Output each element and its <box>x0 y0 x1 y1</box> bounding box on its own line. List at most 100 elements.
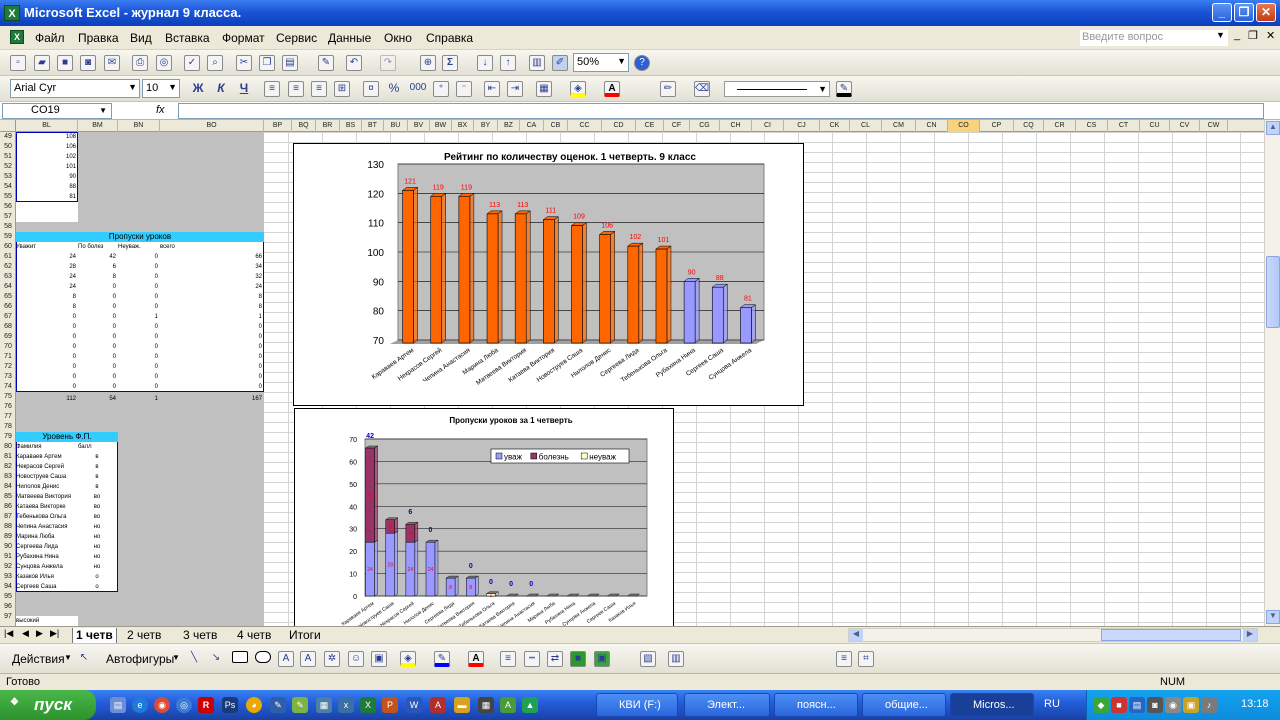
line-style-icon[interactable]: ≡ <box>500 651 516 667</box>
help-icon[interactable]: ? <box>634 55 650 71</box>
absences-cell[interactable]: 0 <box>16 342 76 352</box>
quicklaunch-r-icon[interactable]: R <box>198 697 214 713</box>
level-score[interactable]: в <box>78 482 116 492</box>
absences-cell[interactable]: 0 <box>78 372 116 382</box>
insert-picture-icon[interactable]: ▧ <box>640 651 656 667</box>
quicklaunch-excel-icon[interactable]: X <box>360 697 376 713</box>
column-header[interactable]: CB <box>544 120 568 132</box>
column-header[interactable]: BZ <box>498 120 520 132</box>
absences-cell[interactable]: 0 <box>118 272 158 282</box>
h-scroll-thumb[interactable] <box>1101 629 1241 641</box>
fill-color-icon[interactable]: ◈ <box>570 81 586 97</box>
menu-edit[interactable]: Правка <box>78 31 119 45</box>
quicklaunch-yellow-icon[interactable]: ◕ <box>246 697 262 713</box>
redo-icon[interactable]: ↷ <box>380 55 396 71</box>
column-header[interactable]: BW <box>430 120 452 132</box>
quicklaunch-photoshop-icon[interactable]: Ps <box>222 697 238 713</box>
row-header[interactable]: 55 <box>0 192 16 202</box>
copy-icon[interactable]: ❐ <box>259 55 275 71</box>
chart1-bar[interactable] <box>514 213 527 344</box>
picture-color-icon[interactable]: ▥ <box>668 651 684 667</box>
row-header[interactable]: 66 <box>0 302 16 312</box>
currency-icon[interactable]: ¤ <box>363 81 379 97</box>
absences-cell[interactable]: 0 <box>160 362 262 372</box>
absences-cell[interactable]: 0 <box>16 322 76 332</box>
scroll-up-icon[interactable]: ▲ <box>1266 121 1280 135</box>
absences-cell[interactable]: 0 <box>16 382 76 392</box>
minimize-button[interactable]: _ <box>1212 3 1232 22</box>
absences-cell[interactable]: 8 <box>16 292 76 302</box>
picture-crop-icon[interactable]: ≡ <box>836 651 852 667</box>
last-sheet-icon[interactable]: ▶| <box>50 628 59 639</box>
draw-fill-color-icon[interactable]: ◈ <box>400 651 416 667</box>
align-center-icon[interactable]: ≡ <box>288 81 304 97</box>
level-score[interactable]: во <box>78 492 116 502</box>
absences-header[interactable]: Неуваж. <box>118 242 160 252</box>
quicklaunch-film-icon[interactable]: ▦ <box>478 697 494 713</box>
arrow-style-icon[interactable]: ⇄ <box>547 651 563 667</box>
underline-button[interactable]: Ч <box>236 81 252 97</box>
level-name[interactable]: Нилолов Денис <box>16 482 78 492</box>
autosum-icon[interactable]: Σ <box>442 55 458 71</box>
tab-1-chetv[interactable]: 1 четв <box>72 628 117 643</box>
row-header[interactable]: 58 <box>0 222 16 232</box>
absences-cell[interactable]: 0 <box>78 292 116 302</box>
row-header[interactable]: 83 <box>0 472 16 482</box>
new-icon[interactable]: ▫ <box>10 55 26 71</box>
column-header[interactable]: CK <box>820 120 850 132</box>
align-left-icon[interactable]: ≡ <box>264 81 280 97</box>
task-electronic[interactable]: Элект... <box>684 693 770 717</box>
top-value-cell[interactable]: 90 <box>16 172 76 182</box>
column-header[interactable]: CP <box>980 120 1014 132</box>
column-header[interactable]: BN <box>118 120 160 132</box>
quicklaunch-grid-icon[interactable]: ▦ <box>316 697 332 713</box>
level-name[interactable]: Тебенькова Ольга <box>16 512 78 522</box>
quicklaunch-pen-icon[interactable]: ✎ <box>270 697 286 713</box>
absences-total[interactable]: 112 <box>16 394 76 404</box>
row-header[interactable]: 72 <box>0 362 16 372</box>
3d-style-icon[interactable]: ▣ <box>594 651 610 667</box>
menu-file[interactable]: Файл <box>35 31 65 45</box>
row-header[interactable]: 74 <box>0 382 16 392</box>
restore-button[interactable]: ❐ <box>1234 3 1254 22</box>
autoshapes-menu[interactable]: Автофигуры <box>106 652 174 666</box>
select-all-corner[interactable] <box>0 120 16 132</box>
row-header[interactable]: 97 <box>0 612 16 622</box>
absences-cell[interactable]: 0 <box>118 302 158 312</box>
level-score[interactable]: но <box>78 552 116 562</box>
fx-icon[interactable]: fx <box>156 104 165 116</box>
absences-header[interactable]: Уважит <box>16 242 78 252</box>
help-dropdown-icon[interactable]: ▼ <box>1216 30 1225 40</box>
row-header[interactable]: 49 <box>0 132 16 142</box>
level-score[interactable]: в <box>78 452 116 462</box>
scroll-thumb[interactable] <box>1266 256 1280 328</box>
column-header[interactable]: BV <box>408 120 430 132</box>
absences-cell[interactable]: 0 <box>160 332 262 342</box>
first-sheet-icon[interactable]: |◀ <box>4 628 13 639</box>
select-objects-icon[interactable]: ↖ <box>76 651 92 667</box>
chart1-bar[interactable] <box>740 307 752 344</box>
absences-cell[interactable]: 0 <box>118 372 158 382</box>
column-header[interactable]: CT <box>1108 120 1140 132</box>
row-header[interactable]: 62 <box>0 262 16 272</box>
row-header[interactable]: 79 <box>0 432 16 442</box>
level-bottom-label[interactable]: высокий <box>16 616 78 626</box>
absences-cell[interactable]: 24 <box>16 252 76 262</box>
row-header[interactable]: 69 <box>0 332 16 342</box>
line-style-select[interactable]: ▼ <box>724 81 830 97</box>
quicklaunch-access-icon[interactable]: A <box>430 697 446 713</box>
chart1-bar[interactable] <box>402 190 414 344</box>
column-header[interactable]: CL <box>850 120 882 132</box>
absences-cell[interactable]: 0 <box>118 252 158 262</box>
undo-icon[interactable]: ↶ <box>346 55 362 71</box>
chart1-bar[interactable] <box>599 234 611 344</box>
absences-cell[interactable]: 34 <box>160 262 262 272</box>
scroll-right-icon[interactable]: ▶ <box>1243 629 1257 641</box>
name-box[interactable]: CO19 ▼ <box>2 103 112 119</box>
font-select[interactable]: Arial Cyr ▼ <box>10 79 140 98</box>
row-header[interactable]: 84 <box>0 482 16 492</box>
column-header[interactable]: CQ <box>1014 120 1044 132</box>
menu-format[interactable]: Формат <box>222 31 265 45</box>
level-name[interactable]: Сергеев Саша <box>16 582 78 592</box>
worksheet-grid[interactable]: 108 106 102 101 90 88 81 Пропуски уроков Уважит П… <box>16 132 1264 626</box>
